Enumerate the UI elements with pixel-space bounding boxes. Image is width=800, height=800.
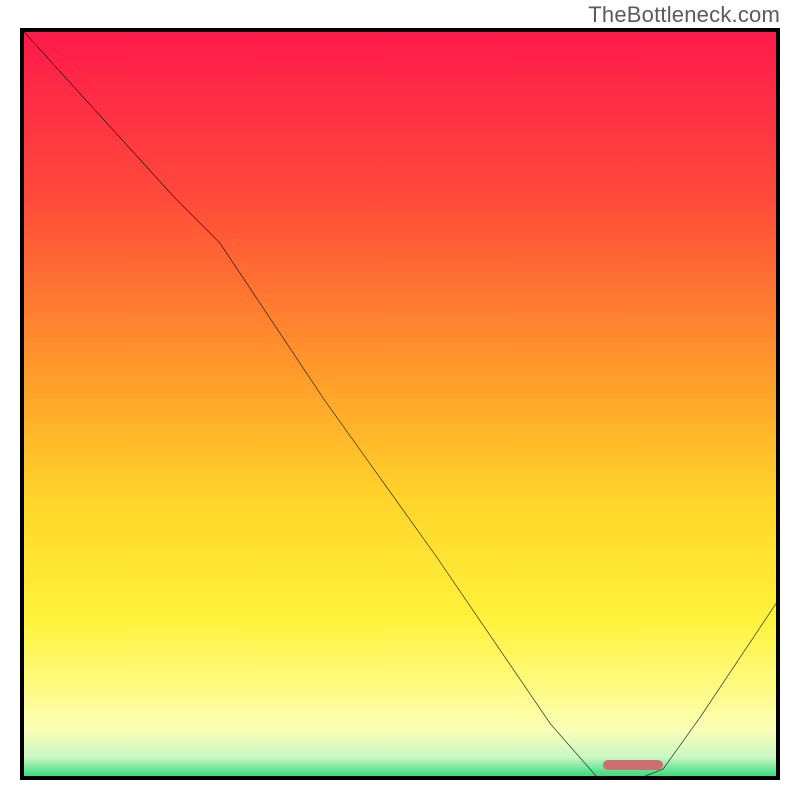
chart-stage: TheBottleneck.com bbox=[0, 0, 800, 800]
bottleneck-curve bbox=[24, 32, 776, 780]
watermark-text: TheBottleneck.com bbox=[588, 2, 780, 28]
plot-area bbox=[20, 28, 780, 780]
optimal-range-marker bbox=[603, 760, 663, 770]
